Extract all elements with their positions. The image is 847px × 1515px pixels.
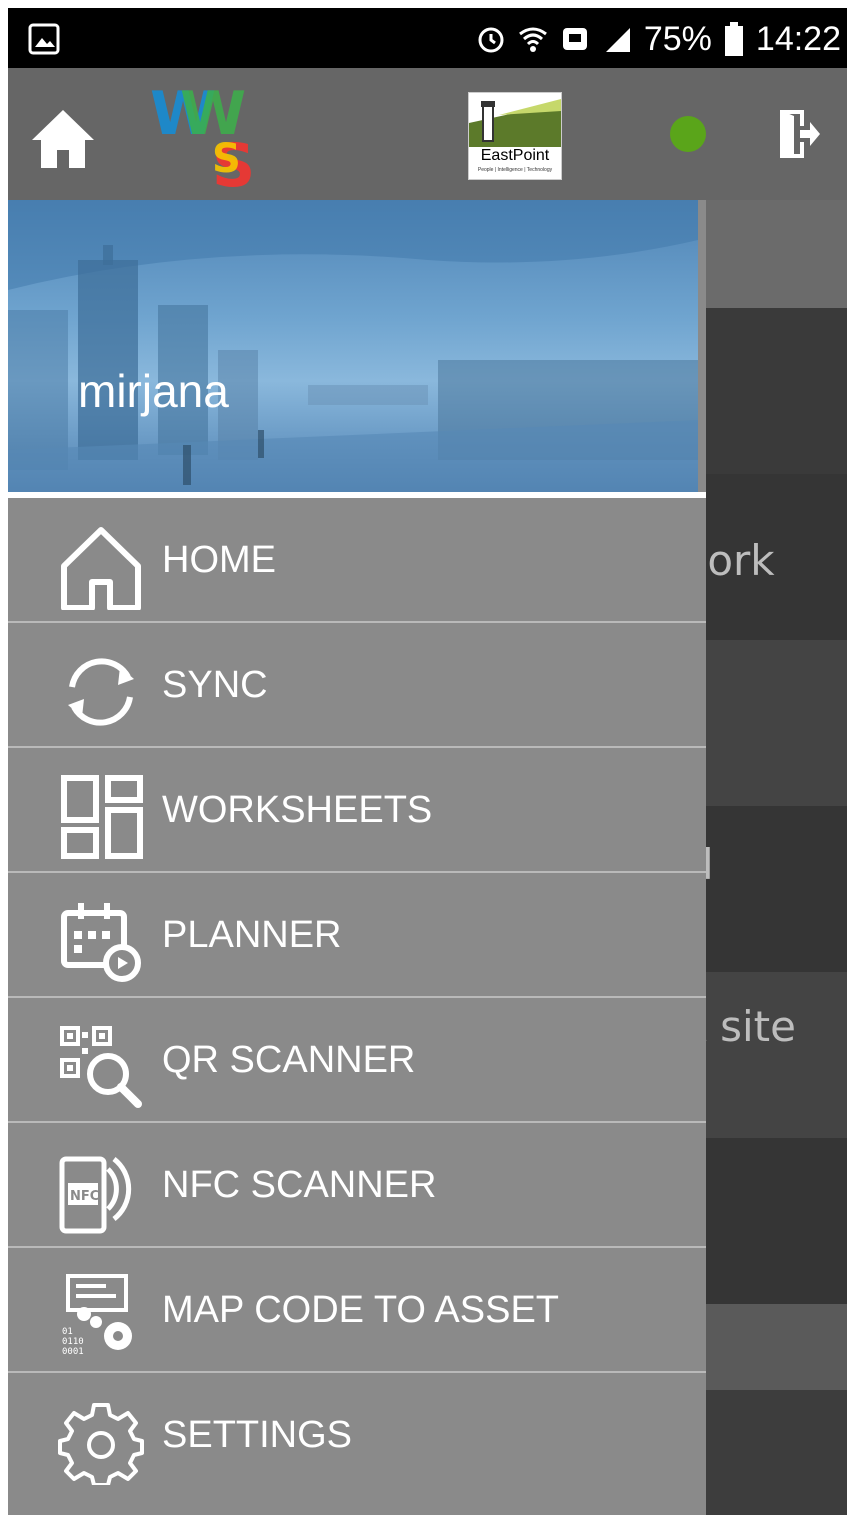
menu-label-nfc-scanner: NFC SCANNER	[162, 1164, 437, 1206]
calendar-planner-icon	[61, 903, 141, 982]
navigation-drawer: mirjana HOME SYNC WORKSHEETS PLANNER QR …	[8, 200, 706, 1515]
eastpoint-logo-text: EastPoint	[480, 147, 550, 164]
battery-percent: 75%	[643, 19, 712, 58]
sync-icon	[68, 658, 134, 726]
logout-icon[interactable]	[778, 108, 822, 160]
drawer-username: mirjana	[78, 365, 229, 417]
menu-label-home: HOME	[162, 539, 276, 581]
menu-label-sync: SYNC	[162, 664, 268, 706]
menu-item-home[interactable]: HOME	[8, 498, 706, 623]
home-outline-icon	[61, 527, 141, 610]
drawer-header-image: mirjana	[8, 200, 698, 492]
status-bar: 75% 14:22	[8, 8, 847, 68]
svg-text:NFC: NFC	[70, 1189, 99, 1204]
image-icon	[28, 23, 60, 55]
online-status-dot	[670, 116, 706, 152]
eastpoint-logo: EastPoint People | Intelligence | Techno…	[468, 92, 562, 180]
menu-item-nfc-scanner[interactable]: NFC NFC SCANNER	[8, 1123, 706, 1248]
alarm-icon	[478, 27, 504, 53]
svg-text:0001: 0001	[62, 1347, 84, 1357]
clock-time: 14:22	[755, 19, 841, 58]
map-code-icon: 01 0110 0001	[62, 1274, 132, 1357]
lighthouse-icon	[469, 93, 561, 147]
menu-item-worksheets[interactable]: WORKSHEETS	[8, 748, 706, 873]
menu-label-qr-scanner: QR SCANNER	[162, 1039, 416, 1081]
menu-label-planner: PLANNER	[162, 914, 342, 956]
worksheets-grid-icon	[61, 775, 143, 859]
settings-gear-icon	[58, 1403, 144, 1485]
battery-icon	[724, 22, 743, 56]
home-icon[interactable]	[30, 108, 96, 170]
menu-item-planner[interactable]: PLANNER	[8, 873, 706, 998]
eastpoint-tagline: People | Intelligence | Technology	[477, 167, 553, 173]
svg-text:0110: 0110	[62, 1337, 84, 1347]
menu-label-map-code-to-asset: MAP CODE TO ASSET	[162, 1289, 560, 1331]
menu-label-settings: SETTINGS	[162, 1414, 353, 1456]
city-skyline-image	[8, 200, 698, 492]
wifi-icon	[518, 27, 547, 52]
drawer-menu: HOME SYNC WORKSHEETS PLANNER QR SCANNER …	[8, 498, 706, 1498]
signal-icon	[605, 28, 630, 52]
menu-item-settings[interactable]: SETTINGS	[8, 1373, 706, 1498]
menu-item-sync[interactable]: SYNC	[8, 623, 706, 748]
app-bar: W W S S EastPoint People | Intelligence …	[8, 68, 847, 200]
qr-scanner-icon	[60, 1026, 142, 1108]
ws-logo: W W S S	[150, 82, 255, 192]
menu-label-worksheets: WORKSHEETS	[162, 789, 433, 831]
notification-icon	[562, 28, 587, 50]
svg-text:01: 01	[62, 1327, 73, 1337]
menu-item-qr-scanner[interactable]: QR SCANNER	[8, 998, 706, 1123]
menu-item-map-code-to-asset[interactable]: 01 0110 0001 MAP CODE TO ASSET	[8, 1248, 706, 1373]
svg-text:S: S	[212, 136, 241, 182]
nfc-scanner-icon: NFC	[59, 1156, 132, 1234]
